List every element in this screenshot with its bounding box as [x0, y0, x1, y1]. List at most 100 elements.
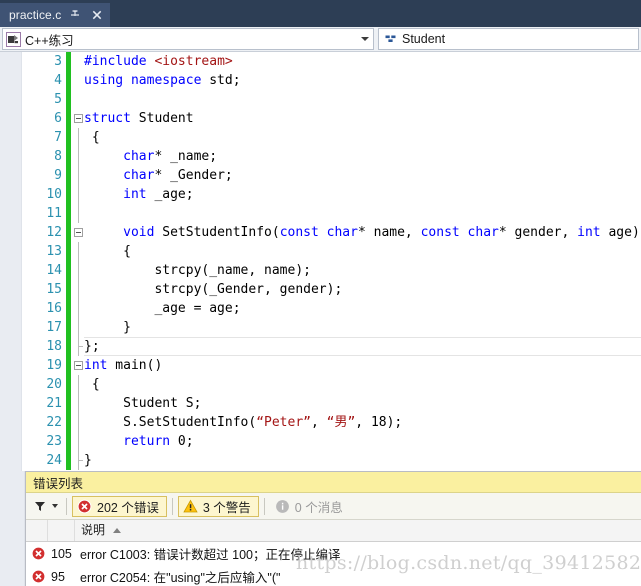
column-header-index[interactable] [48, 520, 75, 541]
error-list-row[interactable]: 95error C2054: 在"using"之后应输入"(" [26, 565, 641, 586]
line-number: 13 [22, 242, 62, 261]
code-line[interactable]: 20 { [0, 375, 641, 394]
collapse-toggle-icon[interactable] [74, 228, 83, 237]
code-line-text: } [84, 318, 131, 337]
editor-left-strip [0, 471, 25, 586]
code-line[interactable]: 24} [0, 451, 641, 470]
code-line[interactable]: 11 [0, 204, 641, 223]
toolbar-separator [66, 498, 67, 515]
code-line[interactable]: 16 _age = age; [0, 299, 641, 318]
title-bar: practice.c [0, 0, 641, 27]
change-tracking-bar [66, 223, 71, 242]
change-tracking-bar [66, 337, 71, 356]
project-icon [6, 32, 21, 47]
code-line[interactable]: 5 [0, 90, 641, 109]
code-token: age) [601, 225, 640, 240]
change-tracking-bar [66, 318, 71, 337]
code-token: } [84, 320, 131, 335]
code-line[interactable]: 12 void SetStudentInfo(const char* name,… [0, 223, 641, 242]
change-tracking-bar [66, 356, 71, 375]
toolbar-separator [264, 498, 265, 515]
struct-icon [384, 32, 398, 46]
code-token: * _Gender; [154, 168, 232, 183]
collapse-toggle-icon[interactable] [74, 361, 83, 370]
error-list-row[interactable]: 105error C1003: 错误计数超过 100；正在停止编译 [26, 542, 641, 565]
error-count-label: 202 个错误 [97, 497, 159, 516]
code-token: { [84, 244, 131, 259]
code-line[interactable]: 17 } [0, 318, 641, 337]
code-token: void [123, 225, 154, 240]
change-tracking-bar [66, 90, 71, 109]
code-token: int [577, 225, 600, 240]
code-line-text: S.SetStudentInfo(“Peter”, “男”, 18); [84, 413, 402, 432]
error-list-rows: 105error C1003: 错误计数超过 100；正在停止编译95error… [26, 542, 641, 586]
code-line-text: char* _Gender; [84, 166, 233, 185]
code-line[interactable]: 18}; [0, 337, 641, 356]
document-tab-practice-c[interactable]: practice.c [0, 3, 110, 27]
collapse-toggle-icon[interactable] [74, 114, 83, 123]
code-line[interactable]: 7 { [0, 128, 641, 147]
warning-count-button[interactable]: 3 个警告 [178, 496, 259, 517]
code-editor[interactable]: 3#include <iostream>4using namespace std… [0, 52, 641, 471]
code-line-text: Student S; [84, 394, 201, 413]
scope-dropdown[interactable]: C++练习 [2, 28, 374, 50]
change-tracking-bar [66, 128, 71, 147]
line-number: 6 [22, 109, 62, 128]
code-line-text: return 0; [84, 432, 194, 451]
fold-guide-line [78, 261, 79, 280]
fold-guide-line [78, 242, 79, 261]
close-icon[interactable] [89, 7, 105, 23]
code-line[interactable]: 10 int _age; [0, 185, 641, 204]
code-lines-container: 3#include <iostream>4using namespace std… [0, 52, 641, 470]
filter-button[interactable] [30, 495, 61, 517]
error-list-header: 错误列表 [26, 472, 641, 493]
code-line[interactable]: 19 int main() [0, 356, 641, 375]
column-header-icon[interactable] [26, 520, 48, 541]
code-line-text: { [84, 242, 131, 261]
code-token: _age; [147, 187, 194, 202]
error-row-index: 95 [51, 570, 77, 584]
code-line[interactable]: 13 { [0, 242, 641, 261]
line-number: 8 [22, 147, 62, 166]
code-token: Student S; [84, 396, 201, 411]
column-header-description[interactable]: 说明 [75, 520, 641, 541]
member-dropdown-value: Student [402, 32, 445, 46]
fold-guide-line [78, 128, 79, 147]
code-line[interactable]: 14 strcpy(_name, name); [0, 261, 641, 280]
code-line-text: int _age; [84, 185, 194, 204]
line-number: 7 [22, 128, 62, 147]
code-line[interactable]: 4using namespace std; [0, 71, 641, 90]
sort-ascending-icon [113, 528, 121, 533]
fold-guide-line [78, 413, 79, 432]
member-dropdown[interactable]: Student [378, 28, 639, 50]
code-line[interactable]: 3#include <iostream> [0, 52, 641, 71]
error-list-column-headers: 说明 [26, 520, 641, 542]
code-token: int [84, 358, 107, 373]
code-token: <iostream> [154, 54, 232, 69]
error-icon [31, 546, 46, 561]
code-token: strcpy(_name, name); [84, 263, 311, 278]
code-token: std; [201, 73, 240, 88]
code-token: strcpy(_Gender, gender); [84, 282, 342, 297]
code-line[interactable]: 23 return 0; [0, 432, 641, 451]
pin-icon[interactable] [67, 7, 83, 23]
code-line[interactable]: 6struct Student [0, 109, 641, 128]
code-line-text: { [84, 128, 100, 147]
chevron-down-icon[interactable] [361, 37, 369, 41]
code-line[interactable]: 8 char* _name; [0, 147, 641, 166]
code-line[interactable]: 15 strcpy(_Gender, gender); [0, 280, 641, 299]
message-count-button[interactable]: 0 个消息 [270, 496, 351, 517]
current-line-highlight [84, 337, 641, 356]
change-tracking-bar [66, 261, 71, 280]
change-tracking-bar [66, 109, 71, 128]
code-line-text: strcpy(_name, name); [84, 261, 311, 280]
error-count-button[interactable]: 202 个错误 [72, 496, 167, 517]
line-number: 19 [22, 356, 62, 375]
code-line[interactable]: 9 char* _Gender; [0, 166, 641, 185]
code-line[interactable]: 22 S.SetStudentInfo(“Peter”, “男”, 18); [0, 413, 641, 432]
code-line[interactable]: 21 Student S; [0, 394, 641, 413]
toolbar-separator [172, 498, 173, 515]
chevron-down-icon[interactable] [52, 504, 58, 508]
warning-icon [183, 499, 198, 514]
code-token: main() [107, 358, 162, 373]
